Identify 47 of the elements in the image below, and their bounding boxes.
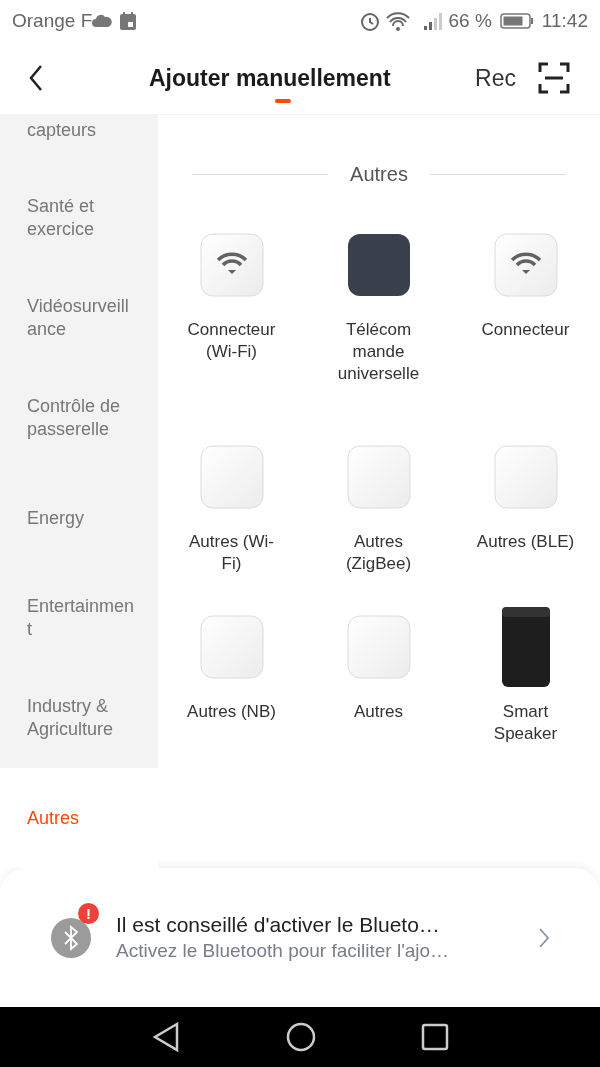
device-label[interactable]: Connecteur (Wi-Fi) xyxy=(179,319,284,363)
prompt-subtitle: Activez le Bluetooth pour faciliter l'ajo… xyxy=(116,939,451,963)
device-label[interactable]: Autres xyxy=(326,701,431,723)
carrier-name: Orange F xyxy=(12,8,93,33)
device-tile-icon xyxy=(346,615,411,679)
scan-icon[interactable] xyxy=(538,62,570,94)
device-tile-icon xyxy=(346,445,411,509)
cloud-icon xyxy=(92,14,113,28)
device-label[interactable]: Télécom mande universelle xyxy=(326,319,431,385)
remote-tile-icon xyxy=(346,233,411,297)
device-tile-icon xyxy=(199,445,264,509)
category-item[interactable]: capteurs xyxy=(0,115,158,168)
section-title: Autres xyxy=(349,162,409,187)
battery-percent: 66 % xyxy=(448,8,492,33)
device-tile-icon xyxy=(199,615,264,679)
bluetooth-prompt-card[interactable]: ! Il est conseillé d'activer le Blueto… Activez le Bluetooth pour faciliter l'ajo… xyxy=(0,868,600,1007)
category-item[interactable]: Industry & Agriculture xyxy=(0,668,158,768)
wifi-icon xyxy=(199,233,264,297)
alert-badge: ! xyxy=(78,902,99,924)
chevron-right-icon xyxy=(538,926,550,949)
category-item[interactable]: Contrôle de passerelle xyxy=(0,368,158,468)
title-indicator xyxy=(275,99,291,103)
device-label[interactable]: Autres (BLE) xyxy=(473,531,578,553)
device-label[interactable]: Autres (Wi-Fi) xyxy=(179,531,284,575)
device-label[interactable]: Connecteur xyxy=(473,319,578,341)
device-label[interactable]: Autres (ZigBee) xyxy=(326,531,431,575)
category-item[interactable]: Energy xyxy=(0,468,158,568)
back-nav-icon[interactable] xyxy=(151,1021,181,1053)
prompt-title: Il est conseillé d'activer le Blueto… xyxy=(116,912,441,938)
battery-icon xyxy=(499,12,534,30)
back-icon[interactable] xyxy=(28,64,44,92)
signal-icon xyxy=(422,11,445,31)
home-nav-icon[interactable] xyxy=(286,1022,316,1052)
recents-nav-icon[interactable] xyxy=(421,1023,449,1051)
wifi-icon xyxy=(493,233,558,297)
device-label[interactable]: Autres (NB) xyxy=(179,701,284,723)
category-item[interactable]: Santé et exercice xyxy=(0,168,158,268)
device-tile-icon xyxy=(493,445,558,509)
category-item[interactable]: Vidéosurveillance xyxy=(0,268,158,368)
device-label[interactable]: Smart Speaker xyxy=(473,701,578,745)
alarm-icon xyxy=(358,10,381,32)
wifi-icon xyxy=(384,11,411,31)
page-title: Ajouter manuellement xyxy=(149,63,391,93)
category-item[interactable]: Entertainment xyxy=(0,568,158,668)
rec-button[interactable]: Rec xyxy=(475,60,516,96)
calendar-icon xyxy=(118,11,139,31)
clock: 11:42 xyxy=(541,8,588,33)
